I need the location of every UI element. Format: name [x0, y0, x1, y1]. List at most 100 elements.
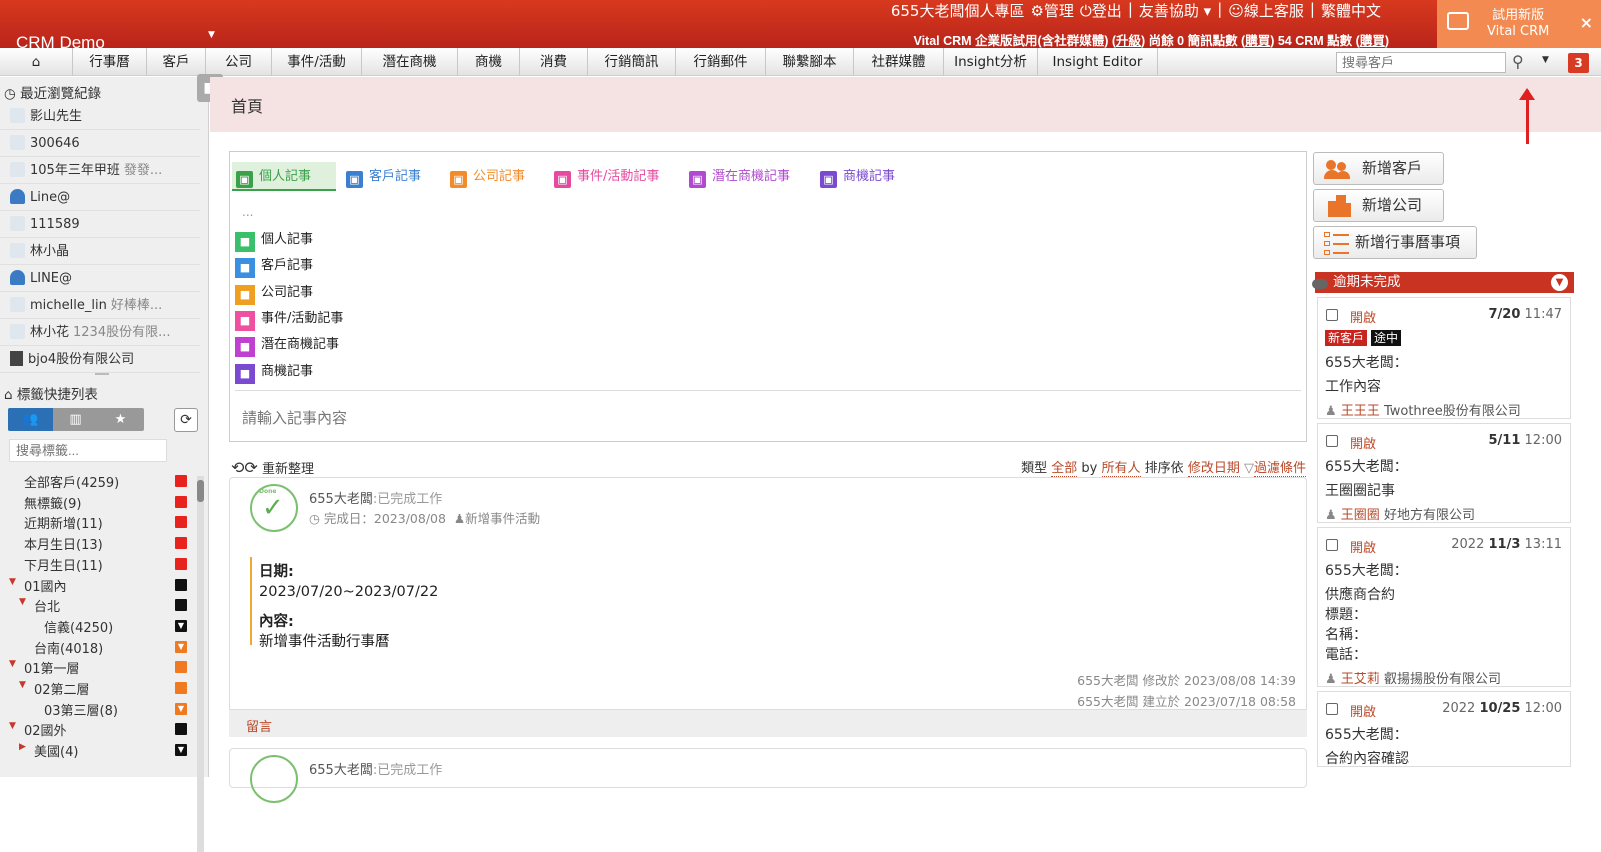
tag-item[interactable]: 信義(4250) [44, 617, 113, 636]
home-icon[interactable]: ⌂ [0, 48, 73, 76]
list-item[interactable]: 300646 [0, 130, 200, 157]
nav-consumption[interactable]: 消費 [520, 48, 588, 76]
tag-color-swatch[interactable]: ▼ [175, 640, 187, 653]
tag-item[interactable]: 02國外 [24, 720, 67, 739]
tag-color-swatch[interactable] [175, 682, 187, 694]
tag-color-swatch[interactable] [175, 723, 187, 736]
tag-item[interactable]: 美國(4) [34, 741, 78, 760]
tag-item[interactable]: 01國內 [24, 576, 67, 595]
task-card[interactable]: 開啟 2022 10/25 12:00 655大老闆： 合約內容確認 [1317, 691, 1571, 767]
task-status[interactable]: 開啟 [1350, 433, 1376, 452]
tag-color-swatch[interactable] [175, 495, 187, 508]
tab-note-5[interactable]: ▣ 商機記事 [816, 162, 916, 191]
triangle-down-icon[interactable]: ▼ [9, 577, 16, 587]
triangle-down-icon[interactable]: ▼ [9, 721, 16, 731]
task-checkbox[interactable] [1326, 435, 1338, 447]
tag-item[interactable]: 無標籤(9) [24, 493, 81, 512]
logout-link[interactable]: ⏻登出 [1080, 0, 1122, 20]
owner-filter[interactable]: 所有人 [1101, 461, 1141, 477]
task-card[interactable]: 開啟 2022 11/3 13:11 655大老闆： 供應商合約 標題： 名稱： 電話： ♟ … [1317, 527, 1571, 687]
scrollbar[interactable] [197, 476, 204, 852]
overdue-header[interactable]: 逾期未完成 ▼ [1315, 272, 1574, 293]
card-author[interactable]: 655大老闆 [309, 492, 373, 507]
buy-points-link[interactable]: 購買 [1360, 34, 1385, 48]
list-item[interactable]: bjo4股份有限公司 [0, 346, 200, 373]
list-item[interactable]: 111589 [0, 211, 200, 238]
triangle-right-icon[interactable]: ▶ [19, 742, 26, 752]
nav-events[interactable]: 事件/活動 [272, 48, 362, 76]
dropdown-option[interactable]: ■ 客戶記事 [235, 254, 313, 279]
tag-item[interactable]: 全部客戶(4259) [24, 472, 119, 491]
list-item[interactable]: LINE@ [0, 265, 200, 292]
task-checkbox[interactable] [1326, 539, 1338, 551]
task-status[interactable]: 開啟 [1350, 701, 1376, 720]
dropdown-option[interactable]: ■ 公司記事 [235, 281, 313, 305]
nav-calendar[interactable]: 行事曆 [73, 48, 147, 76]
list-item[interactable]: 林小晶 [0, 238, 200, 265]
list-item[interactable]: 影山先生 [0, 103, 200, 130]
nav-customers[interactable]: 客戶 [147, 48, 206, 76]
task-card[interactable]: 開啟 7/20 11:47 新客戶 途中 655大老闆： 工作內容 ♟ 王王王 Twoth… [1317, 297, 1571, 419]
tab-note-4[interactable]: ▣ 潛在商機記事 [685, 162, 810, 191]
dropdown-option[interactable]: ■ 事件/活動記事 [235, 307, 343, 331]
tag-item[interactable]: 下月生日(11) [24, 555, 103, 574]
tag-item[interactable]: 台南(4018) [34, 638, 103, 657]
tag-color-swatch[interactable] [175, 578, 187, 591]
scrollbar-thumb[interactable] [197, 480, 204, 502]
dropdown-option[interactable]: ■ 潛在商機記事 [235, 333, 339, 358]
tag-search-input[interactable] [9, 439, 167, 462]
nav-social-media[interactable]: 社群媒體 [854, 48, 944, 76]
support-link[interactable]: ☺線上客服 [1228, 0, 1304, 20]
task-card[interactable]: 開啟 5/11 12:00 655大老闆： 王圈圈記事 ♟ 王圈圈 好地方有限公司 [1317, 423, 1571, 523]
nav-contact-scripts[interactable]: 聯繫腳本 [766, 48, 854, 76]
triangle-down-icon[interactable]: ▼ [9, 659, 16, 669]
add-company-button[interactable]: 新增公司 [1313, 189, 1444, 222]
contact-company[interactable]: 好地方有限公司 [1384, 508, 1475, 523]
refresh-button[interactable]: ⟲⟳ 重新整理 [231, 458, 314, 477]
add-calendar-item-button[interactable]: 新增行事曆事項 [1313, 226, 1477, 259]
tag-item[interactable]: 02第二層 [34, 679, 90, 698]
note-input[interactable]: 請輸入記事內容 [242, 407, 347, 428]
filter-conditions[interactable]: 過濾條件 [1253, 461, 1306, 477]
sync-icon[interactable]: ⟳ [174, 408, 198, 432]
chevron-down-icon[interactable]: ▼ [1551, 274, 1568, 291]
nav-opportunities[interactable]: 商機 [458, 48, 520, 76]
list-item[interactable]: Line@ [0, 184, 200, 211]
comment-link[interactable]: 留言 [246, 716, 272, 735]
language-link[interactable]: 繁體中文 [1321, 0, 1381, 20]
tag-color-swatch[interactable] [175, 661, 187, 674]
search-input[interactable] [1336, 52, 1506, 73]
tag-color-swatch[interactable] [175, 516, 187, 529]
tag-color-swatch[interactable] [175, 557, 187, 570]
tab-note-3[interactable]: ▣ 事件/活動記事 [550, 162, 678, 191]
notification-badge[interactable]: 3 [1568, 53, 1589, 73]
nav-companies[interactable]: 公司 [206, 48, 272, 76]
tag-color-swatch[interactable]: ▼ [175, 744, 187, 757]
tag-color-swatch[interactable]: ▼ [175, 619, 187, 632]
upgrade-link[interactable]: 升級 [1116, 34, 1141, 48]
triangle-down-icon[interactable]: ▼ [19, 680, 26, 690]
tag-color-swatch[interactable] [175, 475, 187, 487]
list-item[interactable]: michelle_lin 好棒棒... [0, 292, 200, 319]
people-tab-icon[interactable]: 👥 [8, 408, 53, 431]
tag-item[interactable]: 01第一層 [24, 658, 80, 677]
admin-link[interactable]: ⚙管理 [1030, 0, 1073, 20]
logo-dropdown-icon[interactable]: ▼ [208, 30, 215, 40]
tag-item[interactable]: 本月生日(13) [24, 534, 103, 553]
tab-note-2[interactable]: ▣ 公司記事 [446, 162, 544, 191]
try-new-version-banner[interactable]: 試用新版 Vital CRM × [1437, 0, 1601, 48]
search-dropdown-icon[interactable]: ▼ [1542, 55, 1549, 65]
tab-note-1[interactable]: ▣ 客戶記事 [342, 162, 440, 191]
dropdown-option[interactable]: ■ 個人記事 [235, 228, 313, 252]
add-customer-button[interactable]: 新增客戶 [1313, 152, 1444, 185]
task-status[interactable]: 開啟 [1350, 307, 1376, 326]
contact-name[interactable]: 王圈圈 [1341, 508, 1380, 523]
tag-color-swatch[interactable]: ▼ [175, 702, 187, 715]
tag-item[interactable]: 03第三層(8) [44, 700, 118, 719]
personal-area-link[interactable]: 655大老闆個人專區 [891, 0, 1025, 20]
triangle-down-icon[interactable]: ▼ [19, 597, 26, 607]
search-icon[interactable]: ⚲ [1512, 52, 1524, 71]
list-item[interactable]: 林小花 1234股份有限... [0, 319, 200, 346]
resize-handle[interactable] [95, 373, 109, 375]
contact-company[interactable]: 叡揚揚股份有限公司 [1384, 672, 1501, 687]
